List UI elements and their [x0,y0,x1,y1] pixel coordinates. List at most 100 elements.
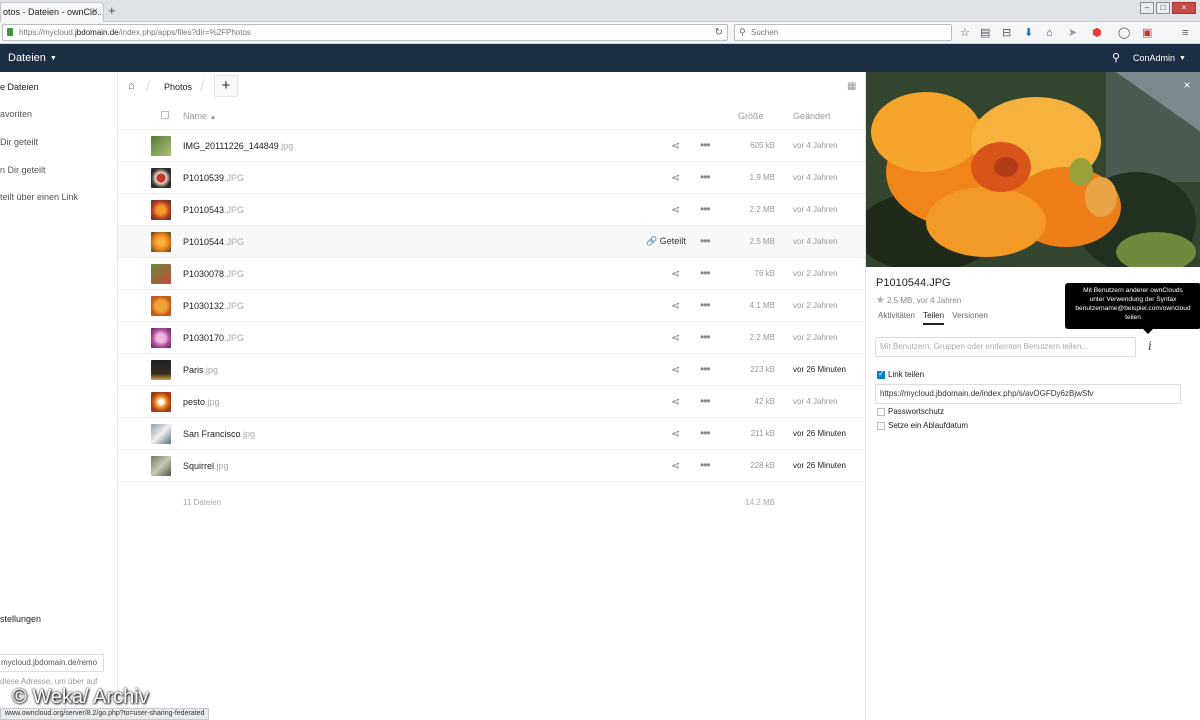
grid-view-icon[interactable]: ▦ [847,81,856,92]
file-thumbnail[interactable] [151,296,171,316]
file-name[interactable]: P1010544.JPG [183,237,244,247]
file-row[interactable]: P1030078.JPG ⋖ ••• 76 kB vor 2 Jahren [118,258,865,290]
link-share-checkbox[interactable] [877,369,885,379]
share-icon[interactable]: ⋖ [671,459,680,472]
favorite-star-icon[interactable]: ★ [876,295,885,306]
more-actions-icon[interactable]: ••• [700,138,711,152]
home-icon[interactable]: ⌂ [1046,26,1053,40]
column-name[interactable]: Name ▲ [183,111,216,121]
extension-icon[interactable]: ▣ [1142,26,1152,40]
more-actions-icon[interactable]: ••• [700,170,711,184]
share-icon[interactable]: ⋖ [671,171,680,184]
settings-toggle[interactable]: stellungen [0,614,41,624]
select-all-checkbox[interactable] [161,111,169,119]
more-actions-icon[interactable]: ••• [700,202,711,216]
file-name[interactable]: IMG_20111226_144849.jpg [183,141,293,151]
share-icon[interactable]: ⋖ [671,203,680,216]
file-name[interactable]: San Francisco.jpg [183,429,255,439]
column-modified[interactable]: Geändert [793,111,831,121]
more-actions-icon[interactable]: ••• [700,234,711,248]
nav-item-shared-with-you[interactable]: Dir geteilt [0,137,38,147]
address-bar[interactable]: https://mycloud.jbdomain.de/index.php/ap… [2,24,728,41]
reading-list-icon[interactable]: ▤ [980,26,990,40]
bookmarks-icon[interactable]: ⊟ [1002,26,1011,40]
adblock-icon[interactable]: ⬢ [1092,26,1102,40]
tab-versions[interactable]: Versionen [952,311,988,323]
file-thumbnail[interactable] [151,136,171,156]
share-icon[interactable]: ⋖ [671,395,680,408]
file-name[interactable]: Squirrel.jpg [183,461,229,471]
file-row[interactable]: San Francisco.jpg ⋖ ••• 211 kB vor 26 Minute… [118,418,865,450]
nav-item-shared-by-you[interactable]: n Dir geteilt [0,165,46,175]
tab-activities[interactable]: Aktivitäten [878,311,915,323]
share-icon[interactable]: ⋖ [671,363,680,376]
browser-search-input[interactable]: ⚲ Suchen [734,24,952,41]
column-size[interactable]: Größe [738,111,764,121]
home-breadcrumb-icon[interactable]: ⌂ [128,80,135,92]
menu-icon[interactable]: ≡ [1182,26,1188,40]
file-name[interactable]: P1010539.JPG [183,173,244,183]
header-search-icon[interactable]: ⚲ [1112,51,1120,64]
file-name[interactable]: P1010543.JPG [183,205,244,215]
file-row[interactable]: P1010543.JPG ⋖ ••• 2.2 MB vor 4 Jahren [118,194,865,226]
file-name[interactable]: P1030078.JPG [183,269,244,279]
new-file-button[interactable]: + [214,75,238,97]
file-row[interactable]: P1010544.JPG 🔗 Geteilt ••• 2.5 MB vor 4 Jahr… [118,226,865,258]
more-actions-icon[interactable]: ••• [700,330,711,344]
file-name[interactable]: Paris.jpg [183,365,218,375]
file-row[interactable]: Paris.jpg ⋖ ••• 223 kB vor 26 Minuten [118,354,865,386]
app-menu[interactable]: Dateien ▼ [8,52,57,64]
file-name[interactable]: pesto.jpg [183,397,220,407]
user-menu[interactable]: ConAdmin ▼ [1133,53,1186,63]
share-icon[interactable]: ⋖ [671,427,680,440]
more-actions-icon[interactable]: ••• [700,266,711,280]
reload-icon[interactable]: ↻ [715,25,723,40]
more-actions-icon[interactable]: ••• [700,458,711,472]
bookmark-star-icon[interactable]: ☆ [960,26,970,40]
share-icon[interactable]: ⋖ [671,139,680,152]
more-actions-icon[interactable]: ••• [700,426,711,440]
download-icon[interactable]: ⬇ [1024,26,1033,40]
file-row[interactable]: Squirrel.jpg ⋖ ••• 228 kB vor 26 Minuten [118,450,865,482]
browser-tab[interactable]: otos - Dateien - ownClo... × [0,2,104,22]
more-actions-icon[interactable]: ••• [700,362,711,376]
file-row[interactable]: pesto.jpg ⋖ ••• 42 kB vor 4 Jahren [118,386,865,418]
tab-sharing[interactable]: Teilen [923,311,945,325]
file-thumbnail[interactable] [151,232,171,252]
more-actions-icon[interactable]: ••• [700,394,711,408]
file-row[interactable]: P1030170.JPG ⋖ ••• 2.2 MB vor 2 Jahren [118,322,865,354]
shared-link-indicator[interactable]: 🔗 Geteilt [646,236,686,247]
nav-item-shared-by-link[interactable]: teilt über einen Link [0,192,78,202]
send-icon[interactable]: ➤ [1068,26,1077,40]
share-icon[interactable]: ⋖ [671,267,680,280]
file-thumbnail[interactable] [151,360,171,380]
file-thumbnail[interactable] [151,264,171,284]
share-link-field[interactable]: https://mycloud.jbdomain.de/index.php/s/… [875,384,1181,404]
file-row[interactable]: IMG_20111226_144849.jpg ⋖ ••• 605 kB vor 4 J… [118,130,865,162]
file-thumbnail[interactable] [151,392,171,412]
file-row[interactable]: P1010539.JPG ⋖ ••• 1.9 MB vor 4 Jahren [118,162,865,194]
webdav-url-field[interactable]: mycloud.jbdomain.de/remo [0,654,104,672]
tab-close-icon[interactable]: × [92,3,98,21]
nav-item-favorites[interactable]: avoriten [0,109,32,119]
file-thumbnail[interactable] [151,200,171,220]
new-tab-icon[interactable]: + [108,3,116,18]
file-name[interactable]: P1030170.JPG [183,333,244,343]
breadcrumb-photos[interactable]: Photos [164,82,192,92]
expiry-date-checkbox[interactable] [877,422,885,430]
minimize-icon[interactable]: – [1140,2,1154,14]
file-thumbnail[interactable] [151,168,171,188]
window-close-icon[interactable]: × [1172,2,1196,14]
share-with-input[interactable]: Mit Benutzern, Gruppen oder entfernten B… [875,337,1136,357]
nav-item-all-files[interactable]: e Dateien [0,82,39,92]
maximize-icon[interactable]: □ [1156,2,1170,14]
file-thumbnail[interactable] [151,424,171,444]
chat-icon[interactable]: ◯ [1118,26,1130,40]
password-protect-checkbox[interactable] [877,408,885,416]
file-thumbnail[interactable] [151,328,171,348]
file-thumbnail[interactable] [151,456,171,476]
sidebar-close-icon[interactable]: × [1179,78,1195,94]
file-name[interactable]: P1030132.JPG [183,301,244,311]
info-icon[interactable]: i [1148,339,1152,353]
share-icon[interactable]: ⋖ [671,299,680,312]
